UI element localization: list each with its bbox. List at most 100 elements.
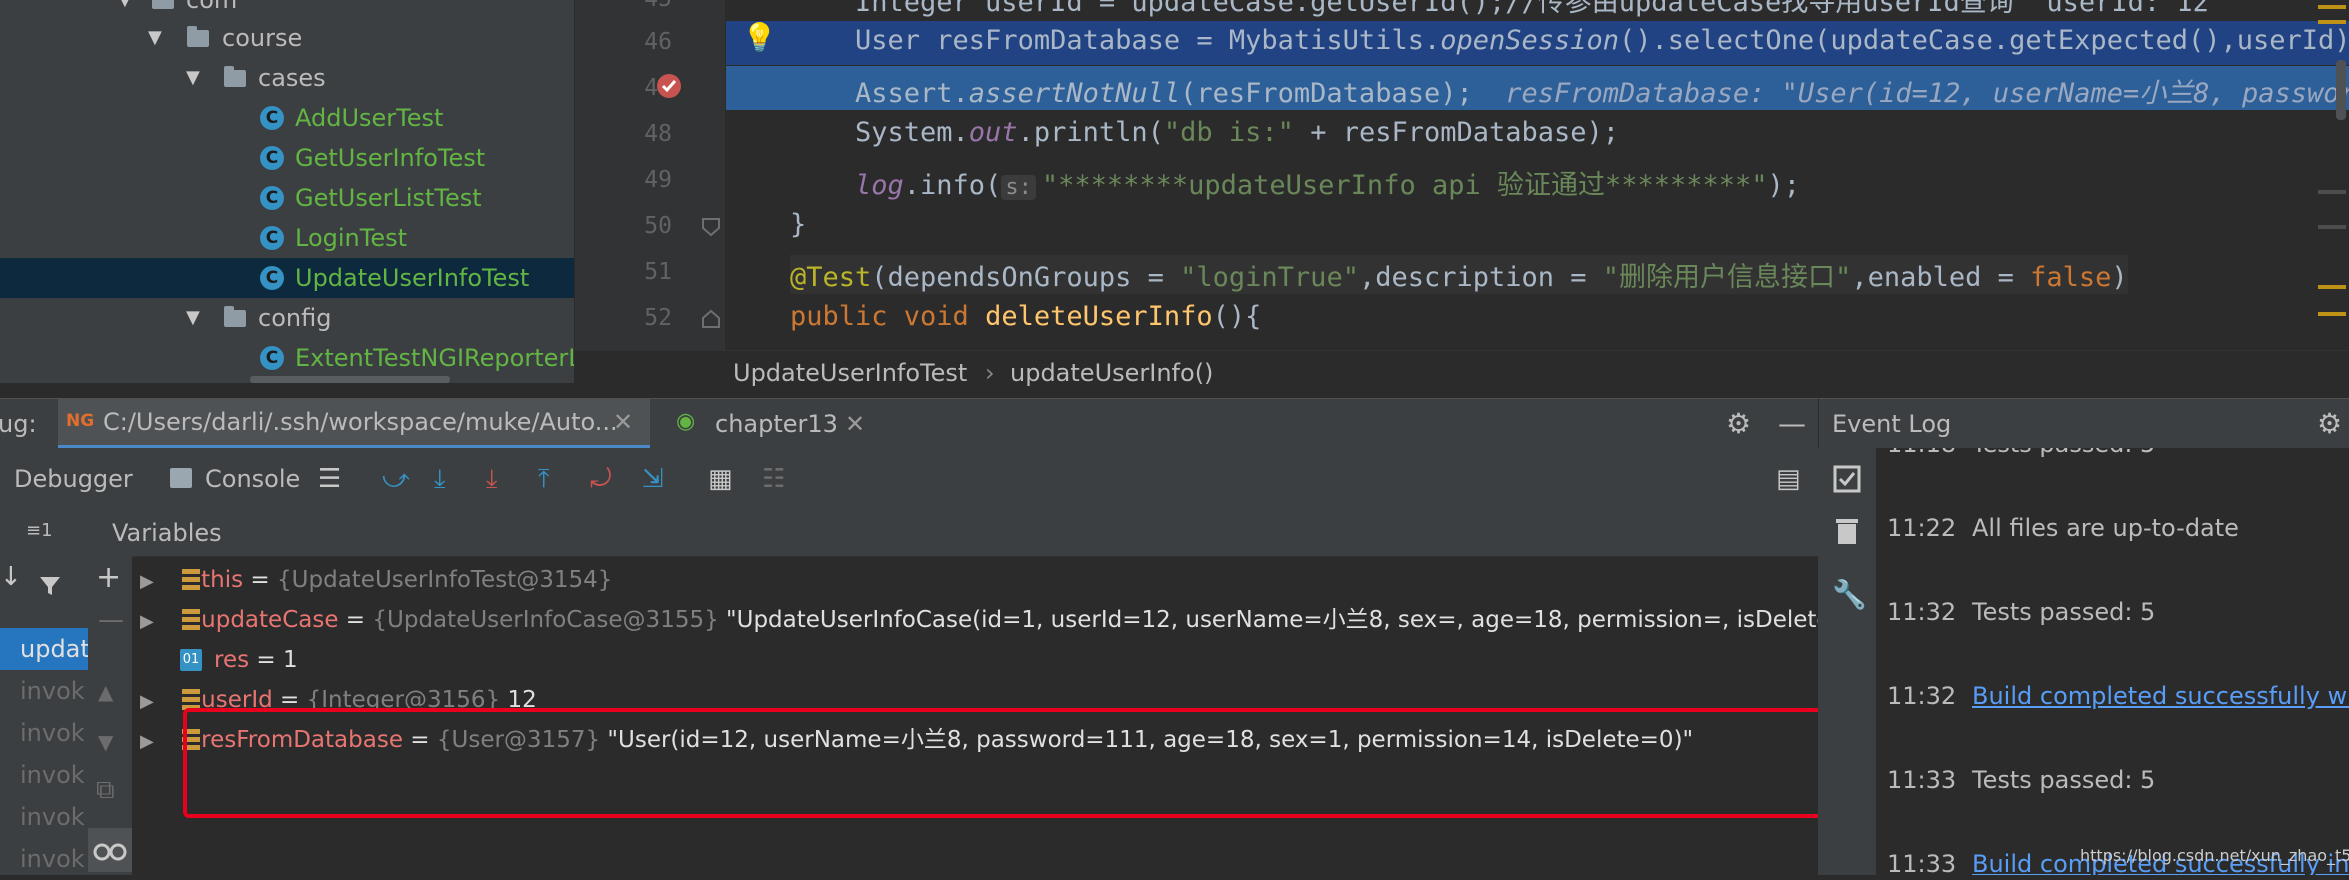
debug-label: ug: bbox=[0, 410, 37, 438]
expand-triangle-icon[interactable]: ▶ bbox=[140, 611, 154, 632]
code-line-46[interactable]: User resFromDatabase = MybatisUtils.open… bbox=[855, 25, 2349, 56]
layout-icon[interactable]: ▤ bbox=[1776, 448, 1801, 510]
event-entry[interactable]: 11:32 Build completed successfully with bbox=[1887, 682, 2349, 710]
tree-item-config[interactable]: ▼ config bbox=[0, 298, 574, 338]
expand-triangle-icon[interactable]: ▶ bbox=[140, 731, 154, 752]
scroll-marker[interactable] bbox=[2318, 5, 2346, 9]
inline-value-hint: resFromDatabase: "User(id=12, userName=小… bbox=[1505, 78, 2349, 109]
expand-triangle-icon[interactable]: ▼ bbox=[118, 0, 132, 20]
variable-row-updatecase[interactable]: ▶ updateCase = {UpdateUserInfoCase@3155}… bbox=[140, 601, 1857, 641]
gear-icon[interactable]: ⚙ bbox=[1726, 399, 1751, 449]
step-out-icon[interactable]: ⤒ bbox=[538, 448, 550, 510]
trace-icon: ☷ bbox=[762, 464, 786, 494]
code-line-52[interactable]: public void deleteUserInfo(){ bbox=[790, 301, 1261, 332]
expand-triangle-icon[interactable]: ▶ bbox=[140, 691, 154, 712]
expand-triangle-icon[interactable]: ▶ bbox=[140, 571, 154, 592]
variables-sidebar: + — ▲ ▼ ⧉ bbox=[88, 550, 132, 875]
step-over-icon[interactable]: ⤓ bbox=[434, 448, 446, 510]
variable-row-this[interactable]: ▶ this = {UpdateUserInfoTest@3154} bbox=[140, 561, 612, 601]
close-icon[interactable]: ✕ bbox=[613, 397, 633, 447]
watermark-text: https://blog.csdn.net/xun_zhao_t521 bbox=[2080, 846, 2349, 865]
tree-item-course[interactable]: ▼ course bbox=[0, 18, 574, 58]
frame-item[interactable]: invok bbox=[0, 670, 88, 712]
move-up-icon: ▲ bbox=[98, 680, 114, 704]
event-log-header: Event Log ⚙ bbox=[1818, 398, 2349, 449]
close-icon[interactable]: ✕ bbox=[845, 399, 865, 449]
code-line-51[interactable]: @Test(dependsOnGroups = "loginTrue",desc… bbox=[790, 255, 2128, 294]
arrow-down-icon[interactable]: ↓ bbox=[0, 562, 22, 592]
code-line-45[interactable]: Integer userId = updateCase.getUserId();… bbox=[855, 0, 2209, 19]
filter-icon[interactable] bbox=[38, 574, 62, 602]
lightbulb-icon[interactable]: 💡 bbox=[742, 21, 777, 54]
class-icon: C bbox=[260, 146, 284, 170]
expand-triangle-icon[interactable]: ▼ bbox=[148, 18, 162, 58]
scroll-marker[interactable] bbox=[2318, 285, 2346, 289]
scroll-marker[interactable] bbox=[2318, 190, 2346, 194]
tree-item-com[interactable]: ▼ com bbox=[0, 0, 574, 20]
gear-icon[interactable]: ⚙ bbox=[2317, 399, 2342, 449]
evaluate-expression-icon[interactable]: ▦ bbox=[708, 448, 733, 510]
code-line-50[interactable]: } bbox=[790, 209, 806, 240]
tree-item-logintest[interactable]: C LoginTest bbox=[0, 218, 574, 258]
event-entry: 11:32 Tests passed: 5 bbox=[1887, 598, 2156, 626]
code-line-47[interactable]: Assert.assertNotNull(resFromDatabase); r… bbox=[855, 71, 2349, 110]
debug-toolbar: Debugger Console ☰ ⤻ ⤓ ⤓ ⤒ ⤾ ⇲ ▦ ☷ ▤ bbox=[0, 448, 1818, 511]
console-tab[interactable]: Console bbox=[205, 454, 300, 504]
event-log-list[interactable]: 11:18Tests passed: 5 11:22All files are … bbox=[1876, 448, 2349, 875]
editor-scrollbar[interactable] bbox=[2336, 60, 2346, 120]
frame-item[interactable]: invok bbox=[0, 838, 88, 880]
frame-item[interactable]: invok bbox=[0, 754, 88, 796]
primitive-icon: 01 bbox=[180, 649, 202, 671]
trash-icon[interactable] bbox=[1834, 516, 1860, 550]
frame-item[interactable]: invok bbox=[0, 712, 88, 754]
breadcrumb-class[interactable]: UpdateUserInfoTest bbox=[733, 351, 967, 396]
tree-item-getuserlisttest[interactable]: C GetUserListTest bbox=[0, 178, 574, 218]
fold-icon[interactable] bbox=[700, 308, 722, 330]
scroll-marker[interactable] bbox=[2318, 20, 2346, 24]
menu-icon[interactable]: ☰ bbox=[318, 448, 341, 510]
add-watch-icon[interactable]: + bbox=[96, 560, 121, 595]
class-icon: C bbox=[260, 346, 284, 370]
breakpoint-icon[interactable] bbox=[655, 72, 683, 100]
tree-item-cases[interactable]: ▼ cases bbox=[0, 58, 574, 98]
tree-item-updateuserinfotest[interactable]: C UpdateUserInfoTest bbox=[0, 258, 574, 298]
breadcrumb-method[interactable]: updateUserInfo() bbox=[1010, 351, 1213, 396]
frames-header[interactable]: ≡1 bbox=[26, 520, 53, 541]
breadcrumb: UpdateUserInfoTest › updateUserInfo() bbox=[575, 350, 2349, 396]
drop-frame-icon[interactable]: ⤾ bbox=[590, 448, 612, 510]
run-to-cursor-icon[interactable]: ⇲ bbox=[642, 448, 664, 510]
frame-item[interactable]: invok bbox=[0, 796, 88, 838]
debug-tab-active[interactable]: NG C:/Users/darli/.ssh/workspace/muke/Au… bbox=[58, 399, 650, 449]
code-line-48[interactable]: System.out.println("db is:" + resFromDat… bbox=[855, 117, 1619, 148]
frame-item[interactable]: updat bbox=[0, 628, 88, 670]
event-log-sidebar: 🔧 bbox=[1818, 448, 1876, 875]
expand-triangle-icon[interactable]: ▼ bbox=[186, 58, 200, 98]
code-line-49[interactable]: log.info(s: "********updateUserInfo api 验… bbox=[855, 163, 1800, 202]
debugger-tab[interactable]: Debugger bbox=[14, 454, 133, 504]
minimize-icon[interactable]: — bbox=[1778, 399, 1806, 449]
variable-row-res[interactable]: 01 res = 1 bbox=[140, 641, 298, 679]
mark-read-icon[interactable] bbox=[1832, 464, 1862, 498]
event-log-title: Event Log bbox=[1832, 410, 1952, 438]
step-into-icon[interactable]: ⤓ bbox=[486, 448, 498, 510]
tree-item-addusertest[interactable]: C AddUserTest bbox=[0, 98, 574, 138]
scroll-marker[interactable] bbox=[2318, 225, 2346, 229]
folder-icon bbox=[224, 66, 246, 87]
fold-icon[interactable] bbox=[700, 216, 722, 238]
tree-item-getuserinfotest[interactable]: C GetUserInfoTest bbox=[0, 138, 574, 178]
expand-triangle-icon[interactable]: ▼ bbox=[186, 298, 200, 338]
debug-tab-chapter13[interactable]: ◉ chapter13 ✕ bbox=[670, 399, 870, 449]
parameter-hint: s: bbox=[1001, 175, 1036, 200]
class-icon: C bbox=[260, 186, 284, 210]
folder-icon bbox=[152, 0, 174, 9]
project-tree[interactable]: ▼ com ▼ course ▼ cases C AddUserTest C G… bbox=[0, 0, 574, 383]
line-number: 50 bbox=[644, 213, 672, 239]
frames-panel[interactable]: ≡1 ↓ updat invok invok invok invok invok bbox=[0, 510, 89, 875]
scroll-marker[interactable] bbox=[2318, 312, 2346, 316]
show-execution-point-icon[interactable]: ⤻ bbox=[382, 448, 410, 510]
line-number: 49 bbox=[644, 167, 672, 193]
glasses-icon[interactable] bbox=[88, 828, 132, 872]
annotation-highlight-box bbox=[183, 708, 1824, 818]
wrench-icon[interactable]: 🔧 bbox=[1832, 578, 1867, 611]
horizontal-scrollbar[interactable] bbox=[250, 376, 450, 383]
